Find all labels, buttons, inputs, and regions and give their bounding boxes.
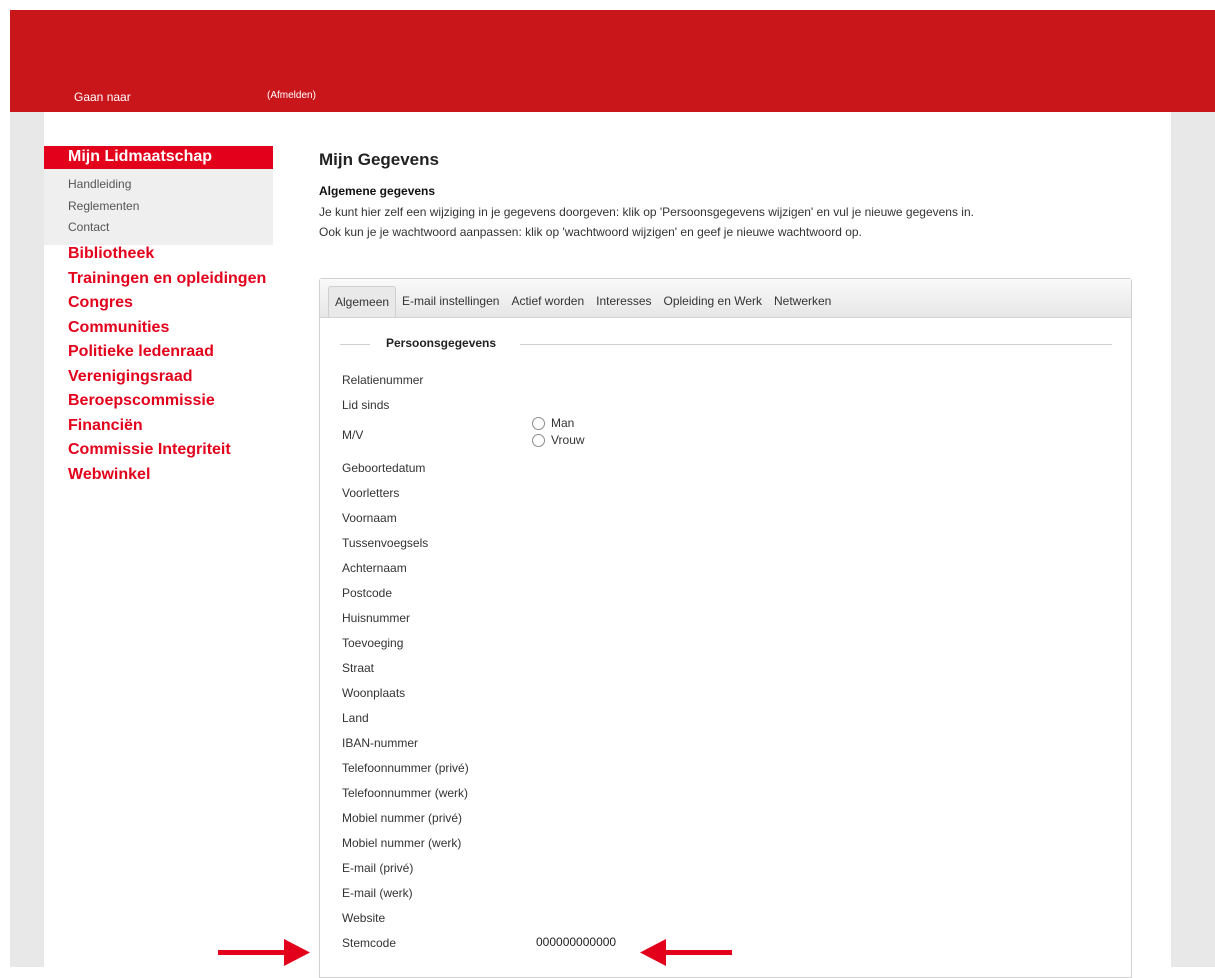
tab-interesses[interactable]: Interesses [590,286,657,317]
field-label: Toevoeging [342,636,404,650]
page-title: Mijn Gegevens [319,150,439,169]
top-header-bar: Gaan naar (Afmelden) [10,10,1215,112]
arrow-left-icon [640,939,732,966]
sidebar-item-handleiding[interactable]: Handleiding [68,176,273,198]
field-label: Woonplaats [342,686,406,700]
field-label: Tussenvoegsels [342,536,429,550]
field-label: Telefoonnummer (privé) [342,761,469,775]
sidebar-item-verenigingsraad[interactable]: Verenigingsraad [68,368,273,385]
radio-label: Vrouw [551,433,585,447]
field-label: Relatienummer [342,373,424,387]
sidebar-sub-menu: Handleiding Reglementen Contact [44,169,273,245]
intro-text: Je kunt hier zelf een wijziging in je ge… [319,202,1159,242]
radio-label: Man [551,416,575,430]
tab-algemeen[interactable]: Algemeen [328,286,397,317]
sidebar-item-politieke-ledenraad[interactable]: Politieke ledenraad [68,344,273,360]
sidebar-item-reglementen[interactable]: Reglementen [68,198,273,220]
field-label: Achternaam [342,561,407,575]
field-label: Telefoonnummer (werk) [342,786,469,800]
field-label: E-mail (werk) [342,886,413,900]
tab-bar: Algemeen E-mail instellingen Actief word… [320,279,1131,318]
intro-line-1: Je kunt hier zelf een wijziging in je ge… [319,205,974,219]
right-gutter [1171,112,1215,967]
field-label: Straat [342,661,375,675]
field-label: Land [342,711,369,725]
stemcode-label: Stemcode [342,936,397,950]
fieldset-persoonsgegevens: Persoonsgegevens [340,333,1112,357]
logout-link[interactable]: (Afmelden) [267,90,316,101]
field-label: Huisnummer [342,611,411,625]
sidebar-item-webwinkel[interactable]: Webwinkel [68,466,273,483]
sidebar-item-bibliotheek[interactable]: Bibliotheek [68,246,273,262]
field-label: M/V [342,428,364,442]
details-panel: Algemeen E-mail instellingen Actief word… [319,278,1132,978]
sidebar-item-contact[interactable]: Contact [68,219,273,241]
section-title: Algemene gegevens [319,184,436,198]
left-gutter [10,112,44,967]
tab-actief-worden[interactable]: Actief worden [505,286,590,317]
field-label: IBAN-nummer [342,736,419,750]
sidebar-item-trainingen[interactable]: Trainingen en opleidingen [68,270,273,287]
field-label: E-mail (privé) [342,861,414,875]
sidebar-main-menu: Bibliotheek Trainingen en opleidingen Co… [68,246,273,491]
radio-option-vrouw[interactable]: Vrouw [532,433,585,447]
tab-netwerken[interactable]: Netwerken [768,286,837,317]
field-label: Geboortedatum [342,461,426,475]
field-label: Lid sinds [342,398,390,412]
legend-line-right [520,344,1112,345]
field-label: Voorletters [342,486,400,500]
stemcode-value: 000000000000 [536,935,617,949]
sidebar-item-beroepscommissie[interactable]: Beroepscommissie [68,393,273,409]
sidebar-item-congres[interactable]: Congres [68,295,273,311]
tab-opleiding-en-werk[interactable]: Opleiding en Werk [658,286,769,317]
goto-menu-link[interactable]: Gaan naar [74,90,131,104]
sidebar-item-commissie-integriteit[interactable]: Commissie Integriteit [68,442,273,458]
field-label: Mobiel nummer (privé) [342,811,463,825]
radio-circle[interactable] [532,416,545,430]
tab-email-instellingen[interactable]: E-mail instellingen [396,286,505,317]
field-label: Postcode [342,586,393,600]
sidebar-item-financien[interactable]: Financiën [68,417,273,434]
arrow-right-icon [218,939,310,966]
intro-line-2: Ook kun je je wachtwoord aanpassen: klik… [319,225,862,239]
field-label: Mobiel nummer (werk) [342,836,462,850]
fieldset-legend-label: Persoonsgegevens [370,336,501,350]
radio-circle[interactable] [532,433,545,447]
sidebar-item-communities[interactable]: Communities [68,319,273,336]
field-label: Voornaam [342,511,397,525]
radio-option-man[interactable]: Man [532,416,574,430]
sidebar-title-mijn-lidmaatschap[interactable]: Mijn Lidmaatschap [44,146,273,169]
field-label: Website [342,911,386,925]
